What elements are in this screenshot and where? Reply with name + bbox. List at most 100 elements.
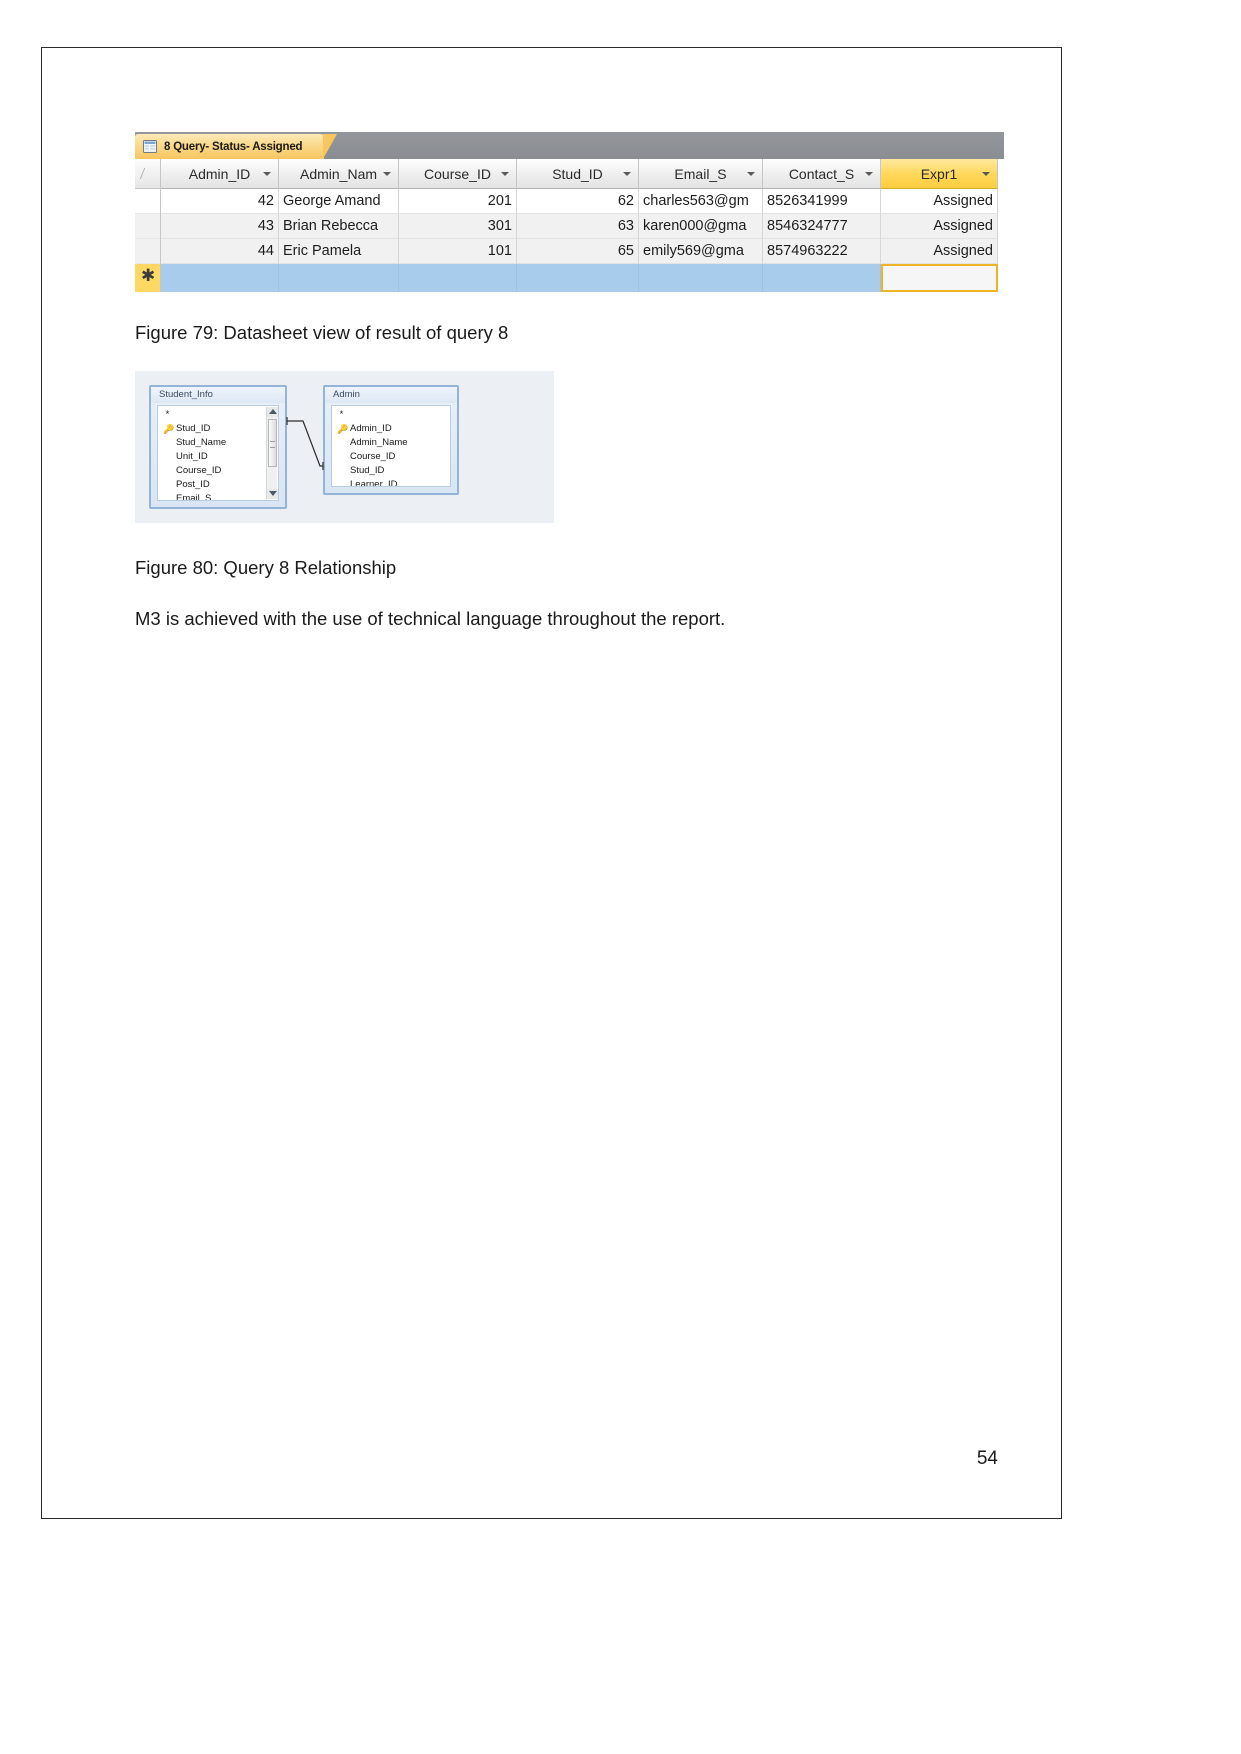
new-record-selector[interactable]: ✱	[135, 264, 160, 292]
new-cell-expr1[interactable]	[881, 264, 998, 292]
relationship-table-title: Student_Info	[151, 386, 285, 403]
relationship-field[interactable]: Post_ID	[163, 478, 278, 492]
new-record-row[interactable]	[161, 264, 1004, 292]
column-header-contact-s[interactable]: Contact_S	[763, 159, 881, 189]
relationship-diagram: Student_Info * * 🔑 Stud_ID	[135, 370, 554, 523]
cell-contact-s[interactable]: 8526341999	[763, 189, 881, 214]
cell-admin-name[interactable]: Eric Pamela	[279, 239, 399, 264]
cell-admin-id[interactable]: 43	[161, 214, 279, 239]
datasheet-columns: Admin_ID Admin_Nam Course_ID Stud_ID Ema…	[161, 159, 1004, 292]
figure-80-caption: Figure 80: Query 8 Relationship	[135, 556, 397, 578]
field-label: Admin_Name	[350, 436, 408, 448]
chevron-down-icon[interactable]	[982, 172, 990, 176]
cell-expr1[interactable]: Assigned	[881, 214, 998, 239]
document-page: 8 Query- Status- Assigned ✱ Admin_ID Adm…	[41, 47, 1062, 1519]
table-row[interactable]: 44 Eric Pamela 101 65 emily569@gma 85749…	[161, 239, 1004, 264]
tab-8-query-status-assigned[interactable]: 8 Query- Status- Assigned	[135, 134, 338, 159]
record-selector[interactable]	[135, 189, 160, 214]
chevron-down-icon[interactable]	[865, 172, 873, 176]
relationship-field[interactable]: Stud_Name	[163, 436, 278, 450]
query-datasheet-icon	[143, 139, 158, 154]
field-label: Unit_ID	[176, 450, 208, 462]
column-header-label: Stud_ID	[552, 165, 603, 182]
cell-contact-s[interactable]: 8546324777	[763, 214, 881, 239]
asterisk-icon: *	[337, 408, 344, 420]
column-header-admin-id[interactable]: Admin_ID	[161, 159, 279, 189]
relationship-field[interactable]: 🔑 Stud_ID	[163, 422, 278, 436]
record-selector[interactable]	[135, 239, 160, 264]
record-selectors: ✱	[135, 189, 161, 292]
cell-email-s[interactable]: emily569@gma	[639, 239, 763, 264]
page-content: 8 Query- Status- Assigned ✱ Admin_ID Adm…	[135, 132, 1005, 632]
field-label: Admin_ID	[350, 422, 392, 434]
select-all-corner[interactable]	[135, 159, 161, 189]
cell-email-s[interactable]: karen000@gma	[639, 214, 763, 239]
cell-admin-name[interactable]: George Amand	[279, 189, 399, 214]
new-cell-email-s[interactable]	[639, 264, 763, 292]
cell-admin-id[interactable]: 44	[161, 239, 279, 264]
relationship-field[interactable]: Course_ID	[163, 464, 278, 478]
scroll-up-icon[interactable]	[267, 406, 278, 417]
new-cell-admin-id[interactable]	[161, 264, 279, 292]
cell-email-s[interactable]: charles563@gm	[639, 189, 763, 214]
field-list-scrollbar[interactable]	[266, 406, 278, 499]
chevron-down-icon[interactable]	[501, 172, 509, 176]
cell-course-id[interactable]: 301	[399, 214, 517, 239]
cell-contact-s[interactable]: 8574963222	[763, 239, 881, 264]
new-record-asterisk-icon: ✱	[141, 266, 156, 285]
scrollbar-thumb[interactable]	[268, 418, 277, 467]
relationship-field[interactable]: Learner_ID	[337, 478, 450, 486]
column-header-admin-name[interactable]: Admin_Nam	[279, 159, 399, 189]
relationship-field[interactable]: * *	[163, 408, 278, 422]
cell-course-id[interactable]: 101	[399, 239, 517, 264]
cell-course-id[interactable]: 201	[399, 189, 517, 214]
relationship-field[interactable]: Course_ID	[337, 450, 450, 464]
column-header-label: Email_S	[674, 165, 727, 182]
column-header-label: Admin_ID	[188, 165, 251, 182]
column-header-row: Admin_ID Admin_Nam Course_ID Stud_ID Ema…	[161, 159, 1004, 189]
column-header-stud-id[interactable]: Stud_ID	[517, 159, 639, 189]
figure-79-caption: Figure 79: Datasheet view of result of q…	[135, 322, 509, 343]
column-header-course-id[interactable]: Course_ID	[399, 159, 517, 189]
column-header-label: Admin_Nam	[299, 165, 378, 182]
cell-admin-id[interactable]: 42	[161, 189, 279, 214]
page-number: 54	[976, 1448, 998, 1469]
relationship-field[interactable]: Unit_ID	[163, 450, 278, 464]
chevron-down-icon[interactable]	[263, 172, 271, 176]
relationship-field[interactable]: Stud_ID	[337, 464, 450, 478]
cell-admin-name[interactable]: Brian Rebecca	[279, 214, 399, 239]
cell-stud-id[interactable]: 65	[517, 239, 639, 264]
new-cell-course-id[interactable]	[399, 264, 517, 292]
relationship-field[interactable]: 🔑 Admin_ID	[337, 422, 450, 436]
relationship-table-title: Admin	[325, 386, 457, 403]
field-label: Stud_ID	[176, 422, 211, 434]
relationship-field[interactable]: Email_S	[163, 492, 278, 500]
table-row[interactable]: 42 George Amand 201 62 charles563@gm 852…	[161, 189, 1004, 214]
relationship-table-admin[interactable]: Admin * * 🔑 Admin_ID	[323, 384, 459, 495]
cell-expr1[interactable]: Assigned	[881, 239, 998, 264]
tab-label: 8 Query- Status- Assigned	[164, 140, 303, 153]
new-cell-stud-id[interactable]	[517, 264, 639, 292]
new-cell-contact-s[interactable]	[763, 264, 881, 292]
relationship-field[interactable]: * *	[337, 408, 450, 422]
chevron-down-icon[interactable]	[747, 172, 755, 176]
new-cell-admin-name[interactable]	[279, 264, 399, 292]
relationship-field-list: * * 🔑 Stud_ID Stud_Name	[157, 404, 279, 501]
record-selector[interactable]	[135, 214, 160, 239]
primary-key-icon: 🔑	[163, 423, 175, 434]
field-label: Course_ID	[176, 464, 222, 476]
cell-stud-id[interactable]: 62	[517, 189, 639, 214]
record-selector-column: ✱	[135, 159, 161, 292]
chevron-down-icon[interactable]	[383, 172, 391, 176]
scroll-down-icon[interactable]	[267, 488, 278, 499]
cell-stud-id[interactable]: 63	[517, 214, 639, 239]
column-header-expr1[interactable]: Expr1	[881, 159, 998, 189]
table-row[interactable]: 43 Brian Rebecca 301 63 karen000@gma 854…	[161, 214, 1004, 239]
column-header-email-s[interactable]: Email_S	[639, 159, 763, 189]
body-paragraph: M3 is achieved with the use of technical…	[135, 607, 726, 629]
relationship-table-student-info[interactable]: Student_Info * * 🔑 Stud_ID	[149, 384, 287, 509]
cell-expr1[interactable]: Assigned	[881, 189, 998, 214]
chevron-down-icon[interactable]	[623, 172, 631, 176]
relationship-field[interactable]: Admin_Name	[337, 436, 450, 450]
column-header-label: Contact_S	[788, 165, 855, 182]
